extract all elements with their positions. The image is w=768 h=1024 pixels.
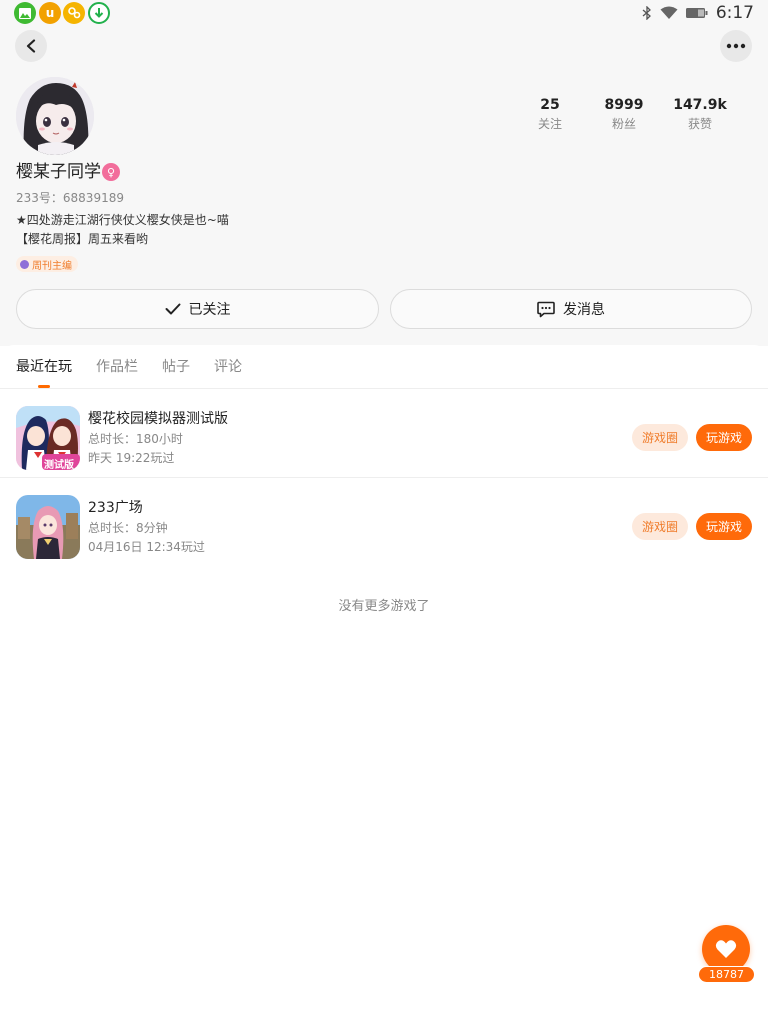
role-badge-label: 周刊主编	[32, 260, 72, 272]
play-game-button[interactable]: 玩游戏	[696, 424, 752, 451]
tab-recently-played[interactable]: 最近在玩	[16, 357, 72, 377]
active-tab-indicator	[38, 385, 50, 388]
following-button-label: 已关注	[188, 302, 231, 318]
game-last-played: 04月16日 12:34玩过	[88, 540, 205, 554]
message-button[interactable]: 发消息	[390, 289, 752, 329]
stat-following[interactable]: 25 关注	[510, 96, 590, 134]
profile-header: 25 关注 8999 粉丝 147.9k 获赞 樱某子同学 ♀ 233号：688…	[0, 26, 768, 346]
following-button[interactable]: 已关注	[16, 289, 379, 329]
bio-line: 【樱花周报】周五来看哟	[16, 232, 149, 246]
play-game-button[interactable]: 玩游戏	[696, 513, 752, 540]
tab-bar: 最近在玩 作品栏 帖子 评论	[0, 345, 768, 389]
female-icon: ♀	[102, 163, 120, 181]
back-button[interactable]	[15, 30, 47, 62]
back-arrow-icon	[26, 39, 36, 53]
avatar[interactable]	[16, 77, 94, 155]
battery-icon	[685, 8, 708, 18]
tab-posts[interactable]: 帖子	[162, 357, 190, 377]
game-app-icon	[63, 2, 85, 24]
stat-likes[interactable]: 147.9k 获赞	[660, 96, 740, 134]
game-last-played: 昨天 19:22玩过	[88, 451, 175, 465]
game-name: 樱花校园模拟器测试版	[88, 411, 228, 427]
test-version-badge: 测试版	[44, 460, 74, 470]
avatar-image	[16, 77, 94, 155]
uc-browser-icon: u	[39, 2, 61, 24]
status-bar: u 6:17	[0, 0, 768, 26]
username: 樱某子同学	[16, 162, 101, 182]
chat-bubble-icon	[537, 301, 555, 317]
more-button[interactable]	[720, 30, 752, 62]
stat-following-label: 关注	[537, 117, 562, 131]
download-app-icon	[88, 2, 110, 24]
check-icon	[165, 303, 180, 315]
game-icon: 测试版	[16, 406, 80, 470]
bluetooth-icon	[642, 6, 651, 20]
stat-fans[interactable]: 8999 粉丝	[584, 96, 664, 134]
message-button-label: 发消息	[563, 302, 605, 318]
game-duration: 总时长：8分钟	[88, 521, 168, 535]
system-tray: 6:17	[642, 3, 754, 23]
game-circle-button[interactable]: 游戏圈	[632, 513, 688, 540]
user-id: 233号：68839189	[16, 191, 124, 205]
tab-works[interactable]: 作品栏	[96, 357, 138, 377]
stat-likes-value: 147.9k	[673, 97, 727, 113]
gallery-app-icon	[14, 2, 36, 24]
game-icon	[16, 495, 80, 559]
game-name: 233广场	[88, 500, 143, 516]
stat-following-value: 25	[540, 97, 560, 113]
game-circle-button[interactable]: 游戏圈	[632, 424, 688, 451]
clock: 6:17	[715, 3, 754, 23]
gem-icon	[20, 259, 29, 269]
stat-fans-label: 粉丝	[611, 117, 636, 131]
tab-comments[interactable]: 评论	[214, 357, 242, 377]
content-panel: 最近在玩 作品栏 帖子 评论 测试版 樱花校园模拟器测试版 总时长：180小时 …	[0, 345, 768, 1024]
game-row[interactable]: 测试版 樱花校园模拟器测试版 总时长：180小时 昨天 19:22玩过 游戏圈 …	[0, 390, 768, 478]
wifi-icon	[660, 6, 678, 19]
bio-line: ★四处游走江湖行侠仗义樱女侠是也~喵	[16, 213, 229, 227]
stat-likes-label: 获赞	[687, 117, 712, 131]
no-more-games-text: 没有更多游戏了	[338, 599, 430, 614]
stat-fans-value: 8999	[604, 97, 644, 113]
like-count: 18787	[698, 966, 755, 983]
heart-icon	[715, 940, 737, 958]
more-dots-icon	[726, 43, 746, 49]
game-row[interactable]: 233广场 总时长：8分钟 04月16日 12:34玩过 游戏圈 玩游戏	[0, 479, 768, 567]
role-badge: 周刊主编	[16, 256, 78, 272]
game-duration: 总时长：180小时	[88, 432, 183, 446]
